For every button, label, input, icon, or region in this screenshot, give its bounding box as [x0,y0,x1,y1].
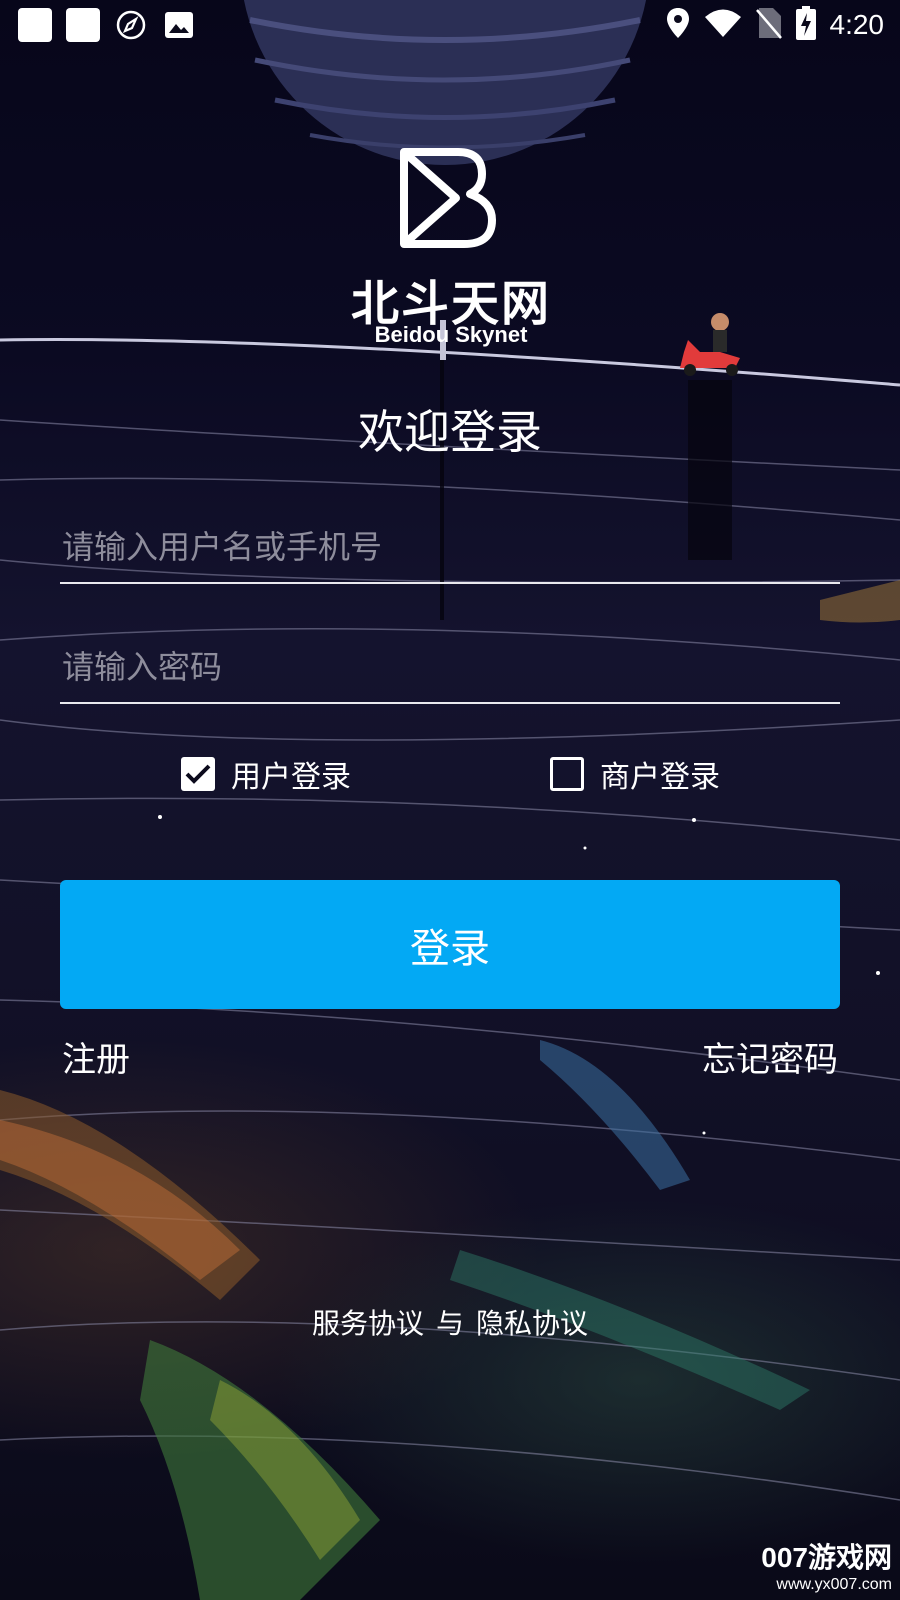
location-icon [666,7,690,43]
wifi-icon [704,8,742,42]
register-link[interactable]: 注册 [62,1032,130,1081]
service-agreement-link[interactable]: 服务协议 [312,1302,424,1342]
agreement-conjunction: 与 [435,1307,464,1340]
privacy-agreement-link[interactable]: 隐私协议 [476,1302,588,1342]
forgot-password-link[interactable]: 忘记密码 [702,1032,838,1081]
watermark-url: www.yx007.com [776,1576,892,1593]
checkmark-icon [185,764,211,784]
user-login-checkbox[interactable] [181,757,215,791]
username-input[interactable] [60,512,840,582]
status-bar: 4:20 [0,0,900,50]
no-sim-icon [755,7,782,43]
agreements: 服务协议与隐私协议 [0,1302,900,1342]
merchant-login-label: 商户登录 [600,760,720,795]
notification-icon [66,8,100,42]
password-input[interactable] [60,632,840,702]
rocket-icon [114,8,148,42]
password-field[interactable] [60,632,840,704]
username-field[interactable] [60,512,840,584]
login-button[interactable]: 登录 [60,880,840,1009]
clock: 4:20 [829,9,885,40]
watermark: 007游戏网 www.yx007.com [761,1536,892,1594]
user-login-label: 用户登录 [231,760,351,795]
merchant-login-checkbox[interactable] [550,757,584,791]
image-icon [162,8,196,42]
user-login-option[interactable]: 用户登录 [181,752,351,796]
merchant-login-option[interactable]: 商户登录 [550,752,720,796]
login-screen: 4:20 北斗天网 Beidou Skynet 欢迎登录 用户登录 商户登录 登… [0,0,900,1600]
battery-charging-icon [795,6,816,44]
watermark-name: 007游戏网 [761,1542,892,1573]
welcome-title: 欢迎登录 [358,405,542,459]
notification-icon [18,8,52,42]
brand-name-en: Beidou Skynet [374,322,528,347]
beidou-logo-icon [400,148,496,248]
